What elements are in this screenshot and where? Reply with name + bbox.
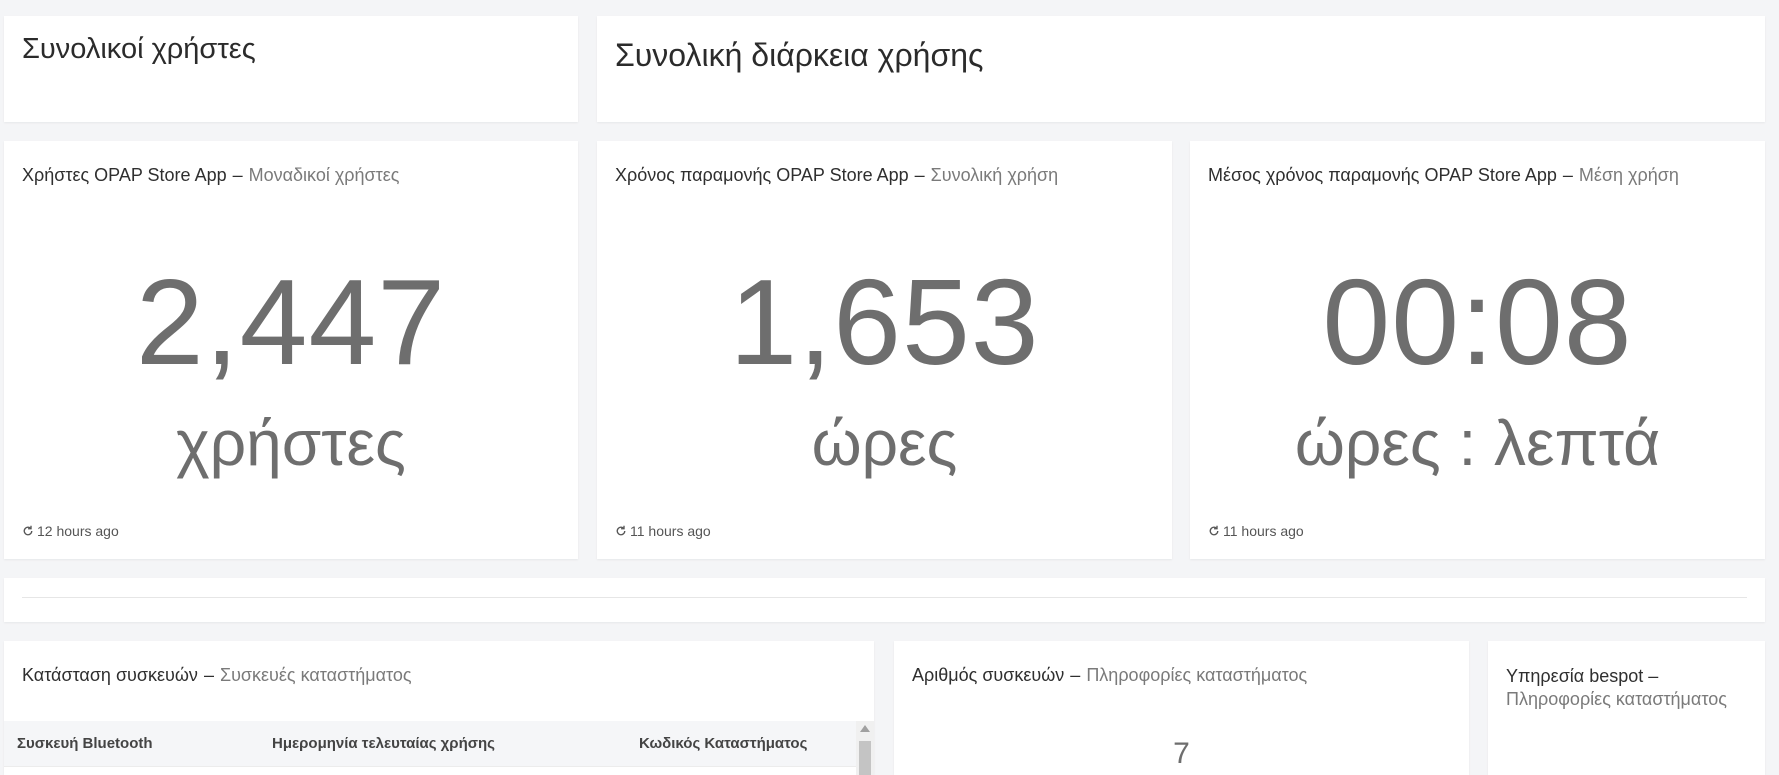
- kpi-card-average[interactable]: Μέσος χρόνος παραμονής OPAP Store App – Μέ…: [1190, 141, 1765, 559]
- kpi-time-unit: ώρες: [811, 407, 958, 479]
- kpi-avg-title: Μέσος χρόνος παραμονής OPAP Store App: [1208, 165, 1557, 185]
- kpi-card-time[interactable]: Χρόνος παραμονής OPAP Store App – Συνολική…: [597, 141, 1172, 559]
- kpi-users-refresh: 12 hours ago: [22, 523, 119, 539]
- bespot-header: Υπηρεσία bespot – Πληροφορίες καταστήματ…: [1506, 665, 1766, 711]
- kpi-users-header: Χρήστες OPAP Store App – Μοναδικοί χρήστες: [22, 165, 399, 186]
- bespot-title: Υπηρεσία bespot: [1506, 666, 1644, 686]
- kpi-time-refresh: 11 hours ago: [615, 523, 711, 539]
- refresh-icon: [1209, 525, 1219, 536]
- kpi-users-separator: –: [232, 165, 243, 185]
- device-count-card[interactable]: Αριθμός συσκευών – Πληροφορίες καταστήματο…: [894, 641, 1469, 775]
- devices-table-title: Κατάσταση συσκευών: [22, 665, 198, 685]
- kpi-time-header: Χρόνος παραμονής OPAP Store App – Συνολική…: [615, 165, 1058, 186]
- kpi-time-title: Χρόνος παραμονής OPAP Store App: [615, 165, 909, 185]
- kpi-avg-separator: –: [1562, 165, 1573, 185]
- scroll-up-arrow-icon[interactable]: [860, 725, 870, 732]
- kpi-avg-refresh-text: 11 hours ago: [1223, 523, 1304, 539]
- kpi-avg-value: 00:08: [1322, 254, 1633, 390]
- section-card-users: Συνολικοί χρήστες: [4, 16, 578, 122]
- section-title-duration: Συνολική διάρκεια χρήσης: [615, 37, 984, 73]
- kpi-time-value: 1,653: [729, 254, 1040, 390]
- kpi-users-refresh-text: 12 hours ago: [37, 523, 119, 539]
- column-header-store-code[interactable]: Κωδικός Καταστήματος: [639, 735, 807, 752]
- kpi-users-title: Χρήστες OPAP Store App: [22, 165, 227, 185]
- column-header-bluetooth[interactable]: Συσκευή Bluetooth: [17, 735, 153, 752]
- devices-table-head: Συσκευή Bluetooth Ημερομηνία τελευταίας …: [4, 721, 856, 766]
- divider-line: [22, 597, 1747, 598]
- column-header-last-used[interactable]: Ημερομηνία τελευταίας χρήσης: [272, 735, 495, 752]
- scroll-thumb[interactable]: [859, 741, 871, 775]
- section-card-duration: Συνολική διάρκεια χρήσης: [597, 16, 1765, 122]
- kpi-users-unit: χρήστες: [176, 407, 406, 479]
- kpi-time-separator: –: [914, 165, 925, 185]
- kpi-avg-unit: ώρες : λεπτά: [1294, 407, 1661, 479]
- bespot-card[interactable]: Υπηρεσία bespot – Πληροφορίες καταστήματ…: [1488, 641, 1765, 775]
- divider-card: [4, 578, 1765, 622]
- section-title-users: Συνολικοί χρήστες: [22, 33, 256, 65]
- table-scrollbar[interactable]: [856, 721, 874, 775]
- kpi-time-refresh-text: 11 hours ago: [630, 523, 711, 539]
- kpi-avg-subtitle: Μέση χρήση: [1578, 165, 1679, 185]
- refresh-icon: [23, 525, 33, 536]
- kpi-users-subtitle: Μοναδικοί χρήστες: [248, 165, 400, 185]
- device-count-separator: –: [1070, 665, 1081, 685]
- device-count-subtitle: Πληροφορίες καταστήματος: [1086, 665, 1308, 685]
- device-count-value: 7: [1173, 737, 1190, 770]
- kpi-card-users[interactable]: Χρήστες OPAP Store App – Μοναδικοί χρήστες…: [4, 141, 578, 559]
- devices-table-subtitle: Συσκευές καταστήματος: [219, 665, 412, 685]
- bespot-separator: –: [1648, 666, 1659, 686]
- devices-table-header: Κατάσταση συσκευών – Συσκευές καταστήματος: [22, 665, 412, 686]
- kpi-time-subtitle: Συνολική χρήση: [930, 165, 1059, 185]
- device-count-title: Αριθμός συσκευών: [912, 665, 1065, 685]
- refresh-icon: [616, 525, 626, 536]
- kpi-avg-refresh: 11 hours ago: [1208, 523, 1304, 539]
- devices-table-separator: –: [203, 665, 214, 685]
- devices-table-card[interactable]: Κατάσταση συσκευών – Συσκευές καταστήματος…: [4, 641, 874, 775]
- bespot-subtitle: Πληροφορίες καταστήματος: [1506, 689, 1727, 709]
- kpi-avg-header: Μέσος χρόνος παραμονής OPAP Store App – Μέ…: [1208, 165, 1679, 186]
- kpi-users-value: 2,447: [135, 254, 447, 390]
- device-count-header: Αριθμός συσκευών – Πληροφορίες καταστήματο…: [912, 665, 1307, 686]
- table-row[interactable]: [4, 766, 856, 775]
